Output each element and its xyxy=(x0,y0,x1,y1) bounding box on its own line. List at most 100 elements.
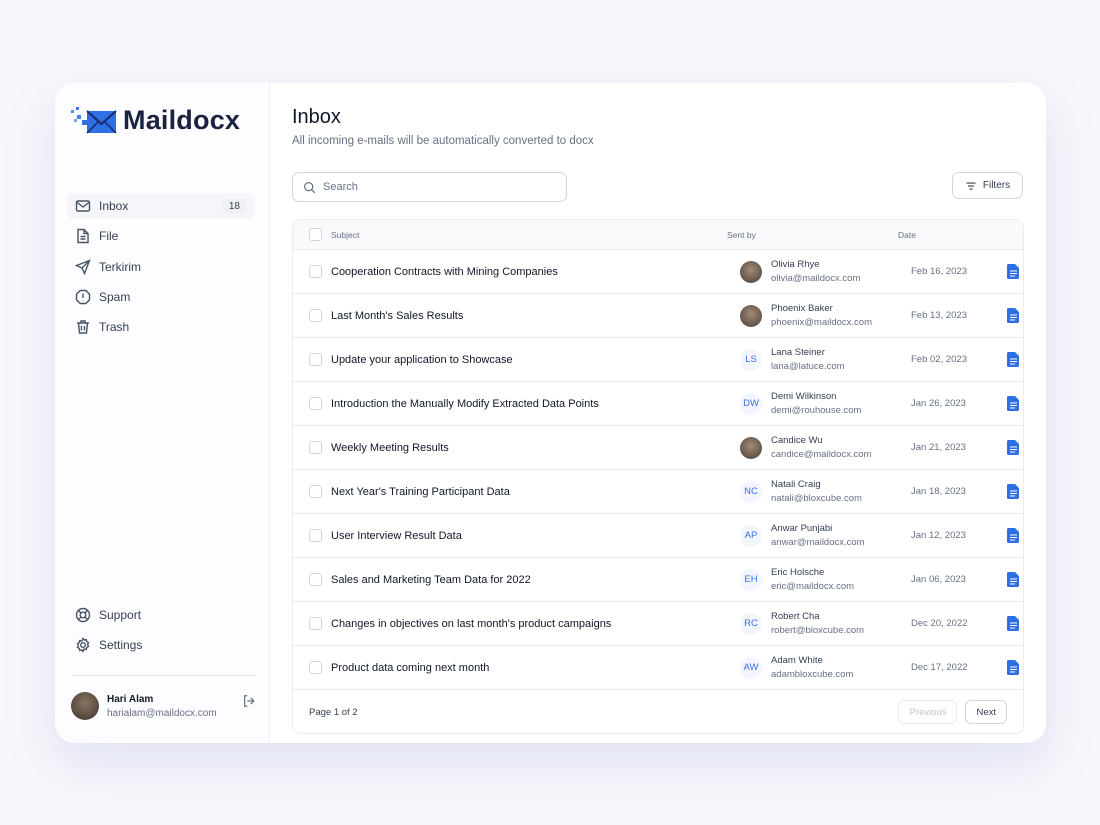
row-checkbox[interactable] xyxy=(309,529,322,542)
sender-email: candice@maildocx.com xyxy=(771,449,871,460)
email-date: Jan 18, 2023 xyxy=(911,486,1007,497)
table-row[interactable]: Introduction the Manually Modify Extract… xyxy=(293,382,1023,426)
sender-name: Natali Craig xyxy=(771,479,862,490)
sidebar-item-support[interactable]: Support xyxy=(67,602,255,628)
email-subject[interactable]: Sales and Marketing Team Data for 2022 xyxy=(331,574,740,586)
sender-name: Anwar Punjabi xyxy=(771,523,865,534)
column-sent-by: Sent by xyxy=(727,230,898,240)
table-row[interactable]: Changes in objectives on last month's pr… xyxy=(293,602,1023,646)
file-icon xyxy=(75,228,91,244)
table-row[interactable]: Product data coming next month AW Adam W… xyxy=(293,646,1023,690)
docx-file-icon[interactable] xyxy=(1007,396,1020,411)
sender-name: Eric Holsche xyxy=(771,567,854,578)
table-row[interactable]: Sales and Marketing Team Data for 2022 E… xyxy=(293,558,1023,602)
main-content: Inbox All incoming e-mails will be autom… xyxy=(270,83,1046,743)
row-checkbox[interactable] xyxy=(309,265,322,278)
row-checkbox[interactable] xyxy=(309,397,322,410)
select-all-checkbox[interactable] xyxy=(309,228,322,241)
row-checkbox[interactable] xyxy=(309,661,322,674)
sender-avatar xyxy=(740,261,762,283)
next-button[interactable]: Next xyxy=(965,700,1007,724)
inbox-count-badge: 18 xyxy=(222,199,247,214)
row-checkbox[interactable] xyxy=(309,309,322,322)
table-row[interactable]: Weekly Meeting Results Candice Wu candic… xyxy=(293,426,1023,470)
docx-file-icon[interactable] xyxy=(1007,572,1020,587)
sender-name: Adam White xyxy=(771,655,853,666)
sidebar-item-spam[interactable]: Spam xyxy=(67,284,255,310)
sender-avatar: DW xyxy=(740,393,762,415)
email-subject[interactable]: Last Month's Sales Results xyxy=(331,310,740,322)
docx-file-icon[interactable] xyxy=(1007,440,1020,455)
docx-file-icon[interactable] xyxy=(1007,308,1020,323)
search-icon xyxy=(303,181,316,194)
sidebar-item-label: Settings xyxy=(99,638,142,652)
sender-avatar: EH xyxy=(740,569,762,591)
docx-file-icon[interactable] xyxy=(1007,484,1020,499)
sender-avatar xyxy=(740,305,762,327)
row-checkbox[interactable] xyxy=(309,573,322,586)
page-title: Inbox xyxy=(292,106,341,129)
email-subject[interactable]: Cooperation Contracts with Mining Compan… xyxy=(331,266,740,278)
sender: DW Demi Wilkinson demi@rouhouse.com xyxy=(740,391,911,416)
docx-file-icon[interactable] xyxy=(1007,264,1020,279)
email-subject[interactable]: User Interview Result Data xyxy=(331,530,740,542)
sender-name: Lana Steiner xyxy=(771,347,845,358)
docx-file-icon[interactable] xyxy=(1007,616,1020,631)
logo[interactable]: Maildocx xyxy=(71,105,240,136)
row-checkbox[interactable] xyxy=(309,441,322,454)
email-subject[interactable]: Introduction the Manually Modify Extract… xyxy=(331,398,740,410)
sender: EH Eric Holsche eric@maildocx.com xyxy=(740,567,911,592)
sidebar-item-label: Inbox xyxy=(99,199,128,213)
sidebar-item-inbox[interactable]: Inbox 18 xyxy=(67,193,255,219)
docx-file-icon[interactable] xyxy=(1007,352,1020,367)
search-input[interactable]: Search xyxy=(292,172,567,202)
table-row[interactable]: Next Year's Training Participant Data NC… xyxy=(293,470,1023,514)
sidebar-item-label: Spam xyxy=(99,290,130,304)
sidebar-item-terkirim[interactable]: Terkirim xyxy=(67,254,255,280)
page-subtitle: All incoming e-mails will be automatical… xyxy=(292,135,594,147)
sender: AW Adam White adambloxcube.com xyxy=(740,655,911,680)
email-subject[interactable]: Update your application to Showcase xyxy=(331,354,740,366)
logout-icon[interactable] xyxy=(242,694,256,708)
sidebar-item-settings[interactable]: Settings xyxy=(67,632,255,658)
table-row[interactable]: Last Month's Sales Results Phoenix Baker… xyxy=(293,294,1023,338)
email-date: Jan 12, 2023 xyxy=(911,530,1007,541)
email-date: Dec 20, 2022 xyxy=(911,618,1007,629)
email-subject[interactable]: Product data coming next month xyxy=(331,662,740,674)
sender-avatar: NC xyxy=(740,481,762,503)
send-icon xyxy=(75,259,91,275)
column-subject: Subject xyxy=(331,230,727,240)
previous-button[interactable]: Previous xyxy=(898,700,957,724)
user-email: harialam@maildocx.com xyxy=(107,708,217,719)
row-checkbox[interactable] xyxy=(309,353,322,366)
sender-avatar: LS xyxy=(740,349,762,371)
table-row[interactable]: Cooperation Contracts with Mining Compan… xyxy=(293,250,1023,294)
docx-file-icon[interactable] xyxy=(1007,660,1020,675)
filters-button[interactable]: Filters xyxy=(952,172,1023,199)
sender-name: Candice Wu xyxy=(771,435,871,446)
filters-label: Filters xyxy=(983,180,1010,191)
sender: Olivia Rhye olivia@maildocx.com xyxy=(740,259,911,284)
gear-icon xyxy=(75,637,91,653)
row-checkbox[interactable] xyxy=(309,485,322,498)
trash-icon xyxy=(75,319,91,335)
sidebar-item-file[interactable]: File xyxy=(67,223,255,249)
row-checkbox[interactable] xyxy=(309,617,322,630)
sidebar: Maildocx Inbox 18 File Terkirim Spam Tra… xyxy=(55,83,270,743)
sidebar-item-trash[interactable]: Trash xyxy=(67,314,255,340)
sidebar-item-label: File xyxy=(99,229,118,243)
sidebar-item-label: Trash xyxy=(99,320,129,334)
sender-avatar xyxy=(740,437,762,459)
email-subject[interactable]: Weekly Meeting Results xyxy=(331,442,740,454)
mail-icon xyxy=(75,198,91,214)
email-subject[interactable]: Next Year's Training Participant Data xyxy=(331,486,740,498)
sender-avatar: RC xyxy=(740,613,762,635)
sender: NC Natali Craig natali@bloxcube.com xyxy=(740,479,911,504)
sender-email: phoenix@maildocx.com xyxy=(771,317,872,328)
table-row[interactable]: Update your application to Showcase LS L… xyxy=(293,338,1023,382)
email-subject[interactable]: Changes in objectives on last month's pr… xyxy=(331,618,740,630)
email-date: Feb 02, 2023 xyxy=(911,354,1007,365)
sender-email: natali@bloxcube.com xyxy=(771,493,862,504)
table-row[interactable]: User Interview Result Data AP Anwar Punj… xyxy=(293,514,1023,558)
docx-file-icon[interactable] xyxy=(1007,528,1020,543)
